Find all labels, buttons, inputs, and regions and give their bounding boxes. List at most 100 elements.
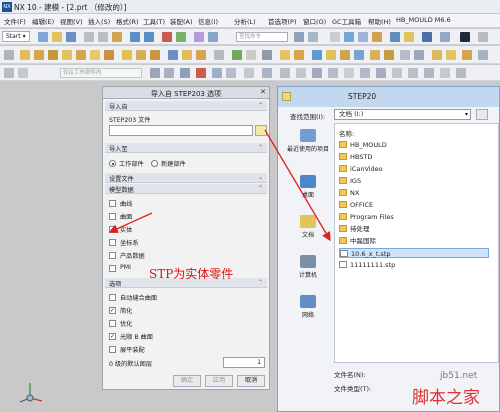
bounded-grid-icon[interactable] [376, 68, 386, 78]
csys-checkbox[interactable] [109, 239, 116, 246]
quadrant-icon[interactable] [312, 68, 322, 78]
menu-gc-toolbox[interactable]: GC工具箱 [332, 16, 361, 26]
subtract-icon[interactable] [182, 50, 192, 60]
default-layer-input[interactable]: 1 [223, 357, 265, 368]
menu-assembly[interactable]: 装配(A) [170, 16, 193, 26]
pad-icon[interactable] [90, 50, 100, 60]
intersection-icon[interactable] [280, 68, 290, 78]
list-item[interactable]: HBSTD [339, 152, 489, 162]
perpendicular-icon[interactable] [424, 68, 434, 78]
menu-info[interactable]: 信息(I) [198, 16, 218, 26]
pole-icon[interactable] [392, 68, 402, 78]
mesh-icon[interactable] [354, 50, 364, 60]
camera-icon[interactable] [422, 32, 432, 42]
grid-icon[interactable] [308, 32, 318, 42]
gate-icon[interactable] [462, 50, 472, 60]
view-cube-icon[interactable] [344, 32, 354, 42]
revolve-icon[interactable] [34, 50, 44, 60]
blend-icon[interactable] [122, 50, 132, 60]
surfaces-checkbox[interactable] [109, 213, 116, 220]
sketch-icon[interactable] [4, 50, 14, 60]
menu-file[interactable]: 文件(F) [4, 16, 26, 26]
step-file-input[interactable] [109, 125, 253, 136]
section-import-to[interactable]: 导入至 ⌃ [105, 143, 267, 153]
sew-icon[interactable] [340, 50, 350, 60]
work-part-radio[interactable] [109, 160, 116, 167]
menu-edit[interactable]: 编辑(E) [32, 16, 54, 26]
list-item[interactable]: IGS [339, 176, 489, 186]
mould-icon[interactable] [370, 50, 380, 60]
auto-sew-checkbox[interactable] [109, 294, 116, 301]
place-network[interactable]: 网络 [286, 295, 330, 319]
measure-icon[interactable] [312, 50, 322, 60]
point-on-curve-icon[interactable] [344, 68, 354, 78]
cavity-icon[interactable] [384, 50, 394, 60]
arc-center-icon[interactable] [296, 68, 306, 78]
section-settings-file[interactable]: 设置文件 ⌄ [105, 173, 267, 183]
open-icon[interactable] [52, 32, 62, 42]
tangent-icon[interactable] [408, 68, 418, 78]
menu-tools[interactable]: 工具(T) [143, 16, 165, 26]
flatten-assembly-checkbox[interactable] [109, 346, 116, 353]
product-data-checkbox[interactable] [109, 252, 116, 259]
new-part-radio[interactable] [151, 160, 158, 167]
list-item[interactable]: Program Files [339, 212, 489, 222]
place-recent[interactable]: 最近使用的项目 [286, 129, 330, 153]
pocket-icon[interactable] [76, 50, 86, 60]
menu-insert[interactable]: 插入(S) [88, 16, 110, 26]
menu-help[interactable]: 帮助(H) [368, 16, 391, 26]
offset-icon[interactable] [262, 50, 272, 60]
filter-icon[interactable] [330, 32, 340, 42]
unite-icon[interactable] [168, 50, 178, 60]
paste-icon[interactable] [112, 32, 122, 42]
menu-format[interactable]: 格式(R) [116, 16, 139, 26]
new-icon[interactable] [38, 32, 48, 42]
hole-icon[interactable] [48, 50, 58, 60]
menu-window[interactable]: 窗口(O) [303, 16, 326, 26]
render-icon[interactable] [372, 32, 382, 42]
slider-icon[interactable] [432, 50, 442, 60]
place-documents[interactable]: 文档 [286, 215, 330, 239]
trim-icon[interactable] [214, 50, 224, 60]
list-item[interactable]: NX [339, 188, 489, 198]
snap-settings-icon[interactable] [456, 68, 466, 78]
core-icon[interactable] [400, 50, 410, 60]
column-header-name[interactable]: 名称: [339, 128, 354, 138]
menu-hb-mould[interactable]: HB_MOULD M6.6 [396, 16, 451, 24]
save-icon[interactable] [66, 32, 76, 42]
list-item[interactable]: OFFICE [339, 200, 489, 210]
thicken-icon[interactable] [294, 50, 304, 60]
control-point-icon[interactable] [262, 68, 272, 78]
pattern-icon[interactable] [232, 50, 242, 60]
window-icon[interactable] [194, 32, 204, 42]
section-import-from[interactable]: 导入自 ⌃ [105, 101, 267, 111]
select-icon[interactable] [150, 68, 160, 78]
apply-button[interactable]: 应用 [205, 375, 233, 387]
close-icon[interactable]: ✕ [260, 88, 266, 96]
chamfer-icon[interactable] [136, 50, 146, 60]
repeat-icon[interactable] [176, 32, 186, 42]
light-icon[interactable] [404, 32, 414, 42]
color-swatch-icon[interactable] [460, 32, 470, 42]
menu-analysis[interactable]: 分析(L) [234, 16, 256, 26]
optimize-checkbox[interactable] [109, 320, 116, 327]
look-in-dropdown[interactable]: 文档 (I:) ▾ [334, 109, 471, 120]
undo-icon[interactable] [130, 32, 140, 42]
parallel-icon[interactable] [440, 68, 450, 78]
browse-folder-icon[interactable] [255, 125, 267, 136]
smooth-bsurface-checkbox[interactable]: ✓ [109, 333, 116, 340]
redo-icon[interactable] [144, 32, 154, 42]
place-desktop[interactable]: 桌面 [286, 175, 330, 199]
deselect-icon[interactable] [180, 68, 190, 78]
more-icon[interactable] [478, 32, 488, 42]
list-item[interactable]: 待处理 [339, 224, 489, 234]
intersect-icon[interactable] [196, 50, 206, 60]
menu-preferences[interactable]: 首选项(P) [268, 16, 297, 26]
select-all-icon[interactable] [164, 68, 174, 78]
file-list[interactable]: 名称: HB_MOULD HBSTD iCanVideo IGS NX OFFI… [334, 123, 499, 363]
point-on-surface-icon[interactable] [360, 68, 370, 78]
boss-icon[interactable] [62, 50, 72, 60]
snap-icon[interactable] [294, 32, 304, 42]
solids-checkbox[interactable]: ✓ [109, 226, 116, 233]
menu-icon[interactable] [4, 68, 14, 78]
